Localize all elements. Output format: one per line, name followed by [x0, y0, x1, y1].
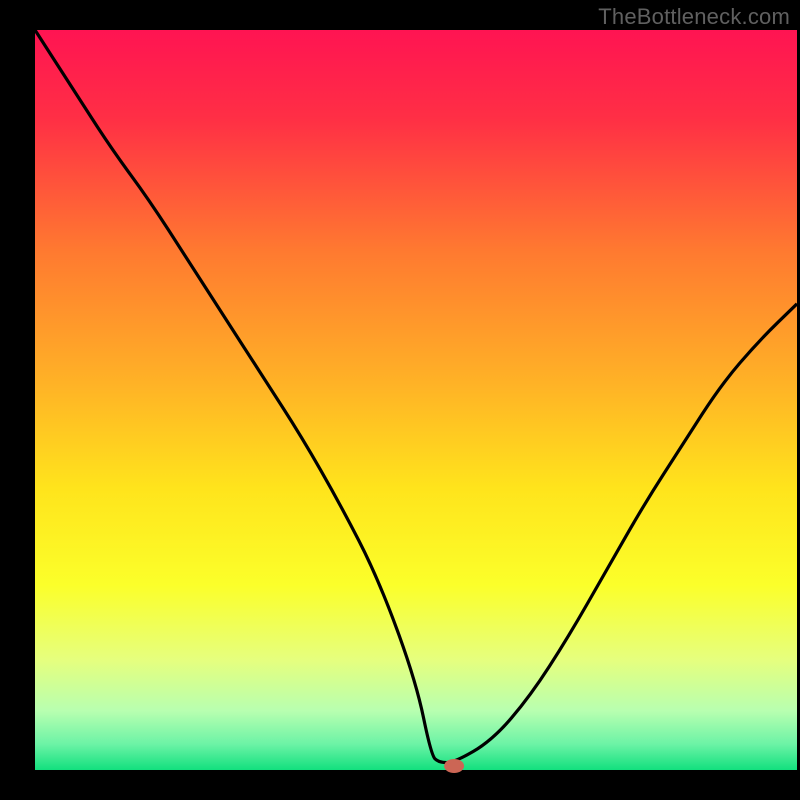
chart-frame: TheBottleneck.com	[0, 0, 800, 800]
watermark-text: TheBottleneck.com	[598, 4, 790, 30]
sweet-spot-marker	[444, 759, 464, 773]
plot-background	[35, 30, 797, 770]
bottleneck-chart	[0, 0, 800, 800]
